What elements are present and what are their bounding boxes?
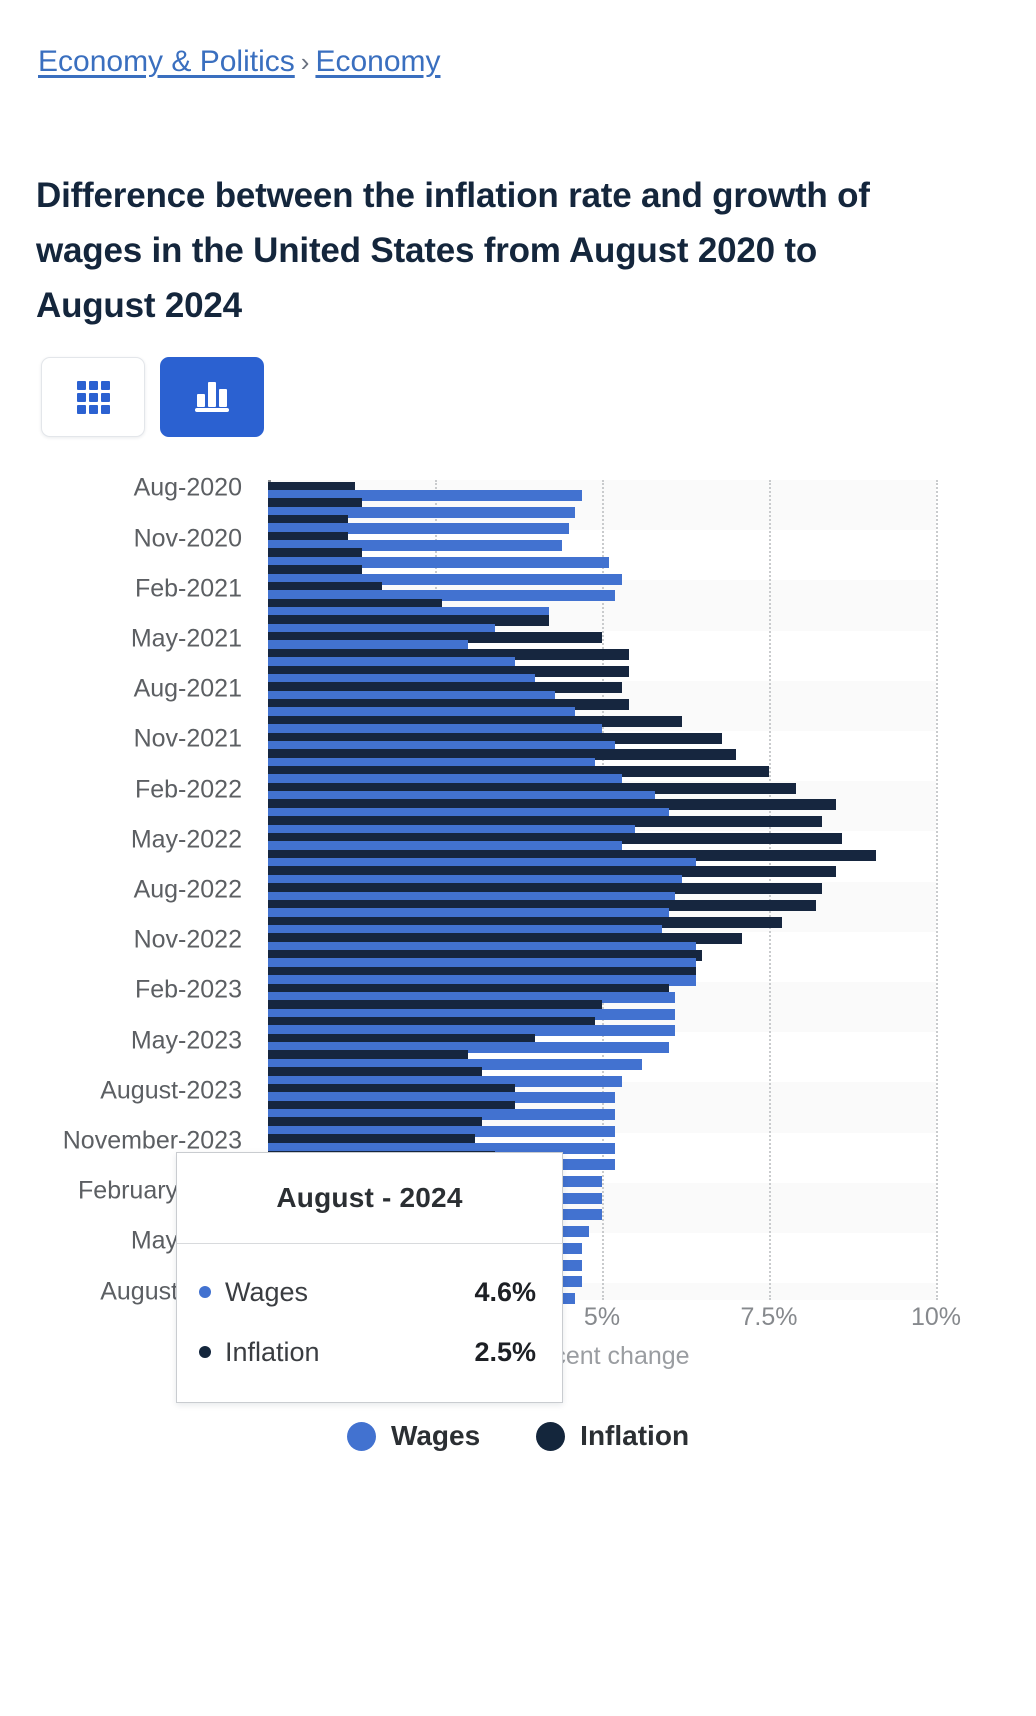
y-axis-tick-label: Nov-2020 bbox=[133, 524, 242, 553]
breadcrumb-separator: › bbox=[300, 47, 310, 77]
y-axis-tick-label: May-2022 bbox=[130, 825, 242, 854]
y-axis-tick-label: Aug-2021 bbox=[133, 674, 242, 703]
tooltip-body: Wages 4.6% Inflation 2.5% bbox=[177, 1244, 562, 1402]
chart-legend: Wages Inflation bbox=[0, 1420, 1036, 1452]
bar-chart-icon bbox=[195, 382, 229, 412]
gridline bbox=[936, 480, 938, 1300]
y-axis-tick-label: Feb-2022 bbox=[134, 775, 242, 804]
legend-label-inflation: Inflation bbox=[580, 1420, 690, 1451]
grid-icon bbox=[76, 380, 110, 414]
y-axis-tick-label: Nov-2021 bbox=[133, 724, 242, 753]
legend-item-inflation[interactable]: Inflation bbox=[536, 1420, 689, 1452]
view-toggle-toolbar bbox=[41, 357, 264, 437]
x-axis-tick-label: 7.5% bbox=[740, 1303, 798, 1331]
y-axis-tick-label: May-2023 bbox=[130, 1026, 242, 1055]
tooltip-row-wages: Wages 4.6% bbox=[177, 1262, 562, 1322]
legend-dot-wages-icon bbox=[346, 1421, 376, 1451]
y-axis-tick-label: Feb-2021 bbox=[134, 574, 242, 603]
legend-item-wages[interactable]: Wages bbox=[346, 1420, 481, 1452]
page-title: Difference between the inflation rate an… bbox=[36, 176, 870, 326]
legend-dot-inflation-icon bbox=[536, 1421, 566, 1451]
breadcrumb-link-economy-politics[interactable]: Economy & Politics bbox=[38, 45, 295, 78]
tooltip-label-inflation: Inflation bbox=[225, 1336, 320, 1367]
chart-tooltip: August - 2024 Wages 4.6% Inflation 2.5% bbox=[176, 1152, 563, 1403]
tooltip-value-wages: 4.6% bbox=[474, 1276, 536, 1307]
tooltip-value-inflation: 2.5% bbox=[474, 1336, 536, 1367]
tooltip-label-wages: Wages bbox=[225, 1276, 309, 1307]
x-axis-tick-label: 5% bbox=[583, 1303, 621, 1331]
breadcrumb-link-economy[interactable]: Economy bbox=[315, 45, 440, 78]
y-axis-tick-label: Aug-2022 bbox=[133, 875, 242, 904]
y-axis-tick-label: May-2021 bbox=[130, 624, 242, 653]
tooltip-dot-wages-icon bbox=[199, 1286, 211, 1298]
breadcrumb: Economy & Politics › Economy bbox=[38, 40, 441, 84]
chart-page: Economy & Politics › Economy Difference be… bbox=[0, 0, 1036, 1716]
x-axis-tick-label: 10% bbox=[910, 1303, 962, 1331]
y-axis-tick-label: Aug-2020 bbox=[133, 473, 242, 502]
table-view-button[interactable] bbox=[41, 357, 145, 437]
y-axis-tick-label: Nov-2022 bbox=[133, 925, 242, 954]
y-axis-tick-label: August-2023 bbox=[100, 1076, 242, 1105]
y-axis-tick-label: Feb-2023 bbox=[134, 975, 242, 1004]
tooltip-row-inflation: Inflation 2.5% bbox=[177, 1322, 562, 1382]
legend-label-wages: Wages bbox=[390, 1420, 481, 1451]
tooltip-dot-inflation-icon bbox=[199, 1346, 211, 1358]
tooltip-title: August - 2024 bbox=[177, 1153, 562, 1244]
chart-view-button[interactable] bbox=[160, 357, 264, 437]
